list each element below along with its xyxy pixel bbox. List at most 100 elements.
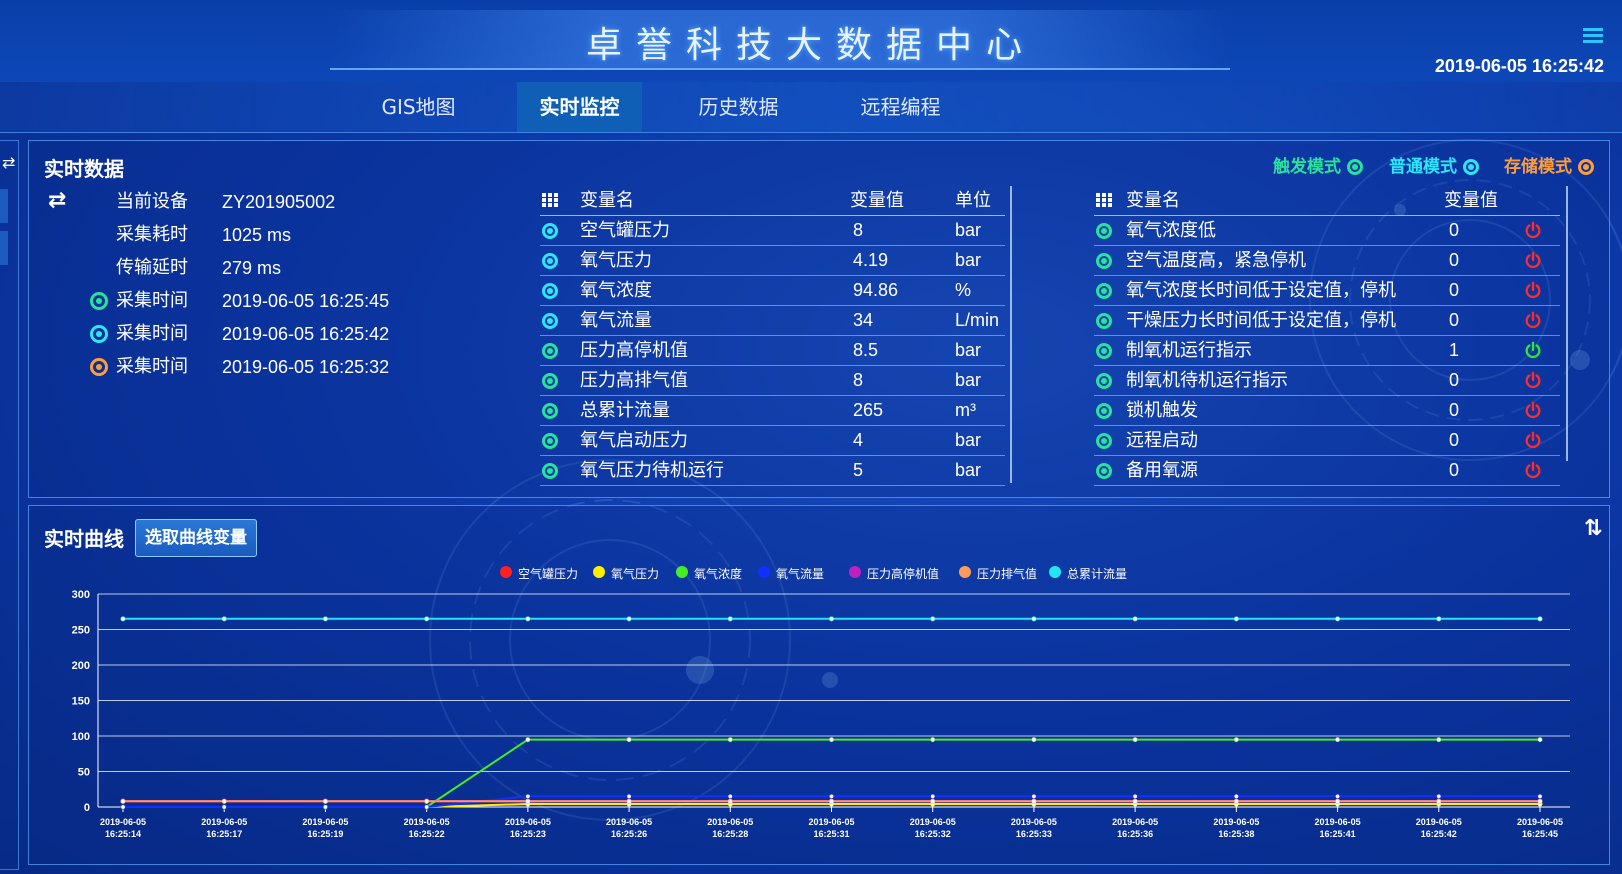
side-tab-1[interactable] xyxy=(0,189,8,223)
power-state-icon xyxy=(1525,221,1541,239)
device-id: ZY201905002 xyxy=(222,192,336,212)
tab-remote-programming[interactable]: 远程编程 xyxy=(838,82,963,132)
data-point xyxy=(221,804,227,810)
variable-name: 氧气压力待机运行 xyxy=(580,460,724,481)
normal-time-icon xyxy=(90,325,108,343)
table-row[interactable]: 远程启动 0 xyxy=(1094,426,1560,456)
menu-icon[interactable] xyxy=(1583,28,1603,44)
legend-swatch xyxy=(593,566,605,578)
side-tab-2[interactable] xyxy=(0,231,8,265)
tab-gis-map[interactable]: GIS地图 xyxy=(356,82,481,132)
data-point xyxy=(930,616,936,622)
trigger-time-icon xyxy=(90,292,108,310)
variable-value: 0 xyxy=(1449,310,1460,330)
table-row[interactable]: 氧气压力 4.19 bar xyxy=(540,246,1005,276)
table-row[interactable]: 氧气浓度低 0 xyxy=(1094,216,1560,246)
variable-value: 0 xyxy=(1449,250,1460,270)
x-tick-label: 16:25:22 xyxy=(409,829,445,839)
table-row[interactable]: 空气温度高，紧急停机 0 xyxy=(1094,246,1560,276)
table-row[interactable]: 氧气压力待机运行 5 bar xyxy=(540,456,1005,486)
table-row[interactable]: 制氧机运行指示 1 xyxy=(1094,336,1560,366)
data-point xyxy=(525,798,531,804)
x-tick-label: 2019-06-05 xyxy=(1517,817,1563,827)
x-tick-label: 16:25:36 xyxy=(1117,829,1153,839)
variable-value: 0 xyxy=(1449,400,1460,420)
x-tick-label: 2019-06-05 xyxy=(1416,817,1462,827)
select-curve-variables-button[interactable]: 选取曲线变量 xyxy=(135,519,257,557)
table-row[interactable]: 干燥压力长时间低于设定值，停机 0 xyxy=(1094,306,1560,336)
x-tick-label: 16:25:33 xyxy=(1016,829,1052,839)
variable-unit: bar xyxy=(955,370,982,390)
variable-name: 压力高排气值 xyxy=(580,370,688,391)
table-row[interactable]: 氧气启动压力 4 bar xyxy=(540,426,1005,456)
power-state-icon xyxy=(1525,281,1541,299)
tab-realtime-monitor[interactable]: 实时监控 xyxy=(517,82,642,132)
data-point xyxy=(1031,798,1037,804)
data-point xyxy=(1233,737,1239,743)
data-point xyxy=(828,793,834,799)
table-row[interactable]: 压力高停机值 8.5 bar xyxy=(540,336,1005,366)
data-point xyxy=(525,793,531,799)
mode-normal-label: 普通模式 xyxy=(1389,157,1457,177)
realtime-curve-title: 实时曲线 xyxy=(44,527,124,551)
data-point xyxy=(727,798,733,804)
data-point xyxy=(1132,793,1138,799)
variable-unit: m³ xyxy=(955,400,976,420)
table-row[interactable]: 空气罐压力 8 bar xyxy=(540,216,1005,246)
data-point xyxy=(1031,793,1037,799)
variable-unit: % xyxy=(955,280,972,300)
power-state-icon xyxy=(1525,311,1541,329)
data-point xyxy=(1132,798,1138,804)
mode-status-icon xyxy=(1096,313,1112,329)
data-point xyxy=(120,798,126,804)
mode-trigger[interactable]: 触发模式 xyxy=(1273,152,1363,177)
top-header: 卓誉科技大数据中心 2019-06-05 16:25:42 xyxy=(0,0,1622,82)
tab-history-data[interactable]: 历史数据 xyxy=(676,82,801,132)
x-tick-label: 2019-06-05 xyxy=(910,817,956,827)
trigger-mode-icon xyxy=(1346,159,1363,175)
storage-mode-icon xyxy=(1577,159,1594,175)
x-tick-label: 2019-06-05 xyxy=(404,817,450,827)
header-clock: 2019-06-05 16:25:42 xyxy=(1434,56,1604,76)
variable-value: 34 xyxy=(853,310,874,330)
table-row[interactable]: 氧气浓度长时间低于设定值，停机 0 xyxy=(1094,276,1560,306)
data-point xyxy=(1335,798,1341,804)
variable-unit: bar xyxy=(955,250,982,270)
device-switch-icon[interactable]: ⇄ xyxy=(48,188,66,213)
mode-normal[interactable]: 普通模式 xyxy=(1389,152,1479,177)
data-point xyxy=(424,798,430,804)
data-point xyxy=(322,798,328,804)
y-tick-label: 250 xyxy=(72,625,90,637)
y-tick-label: 300 xyxy=(72,589,90,601)
swap-icon[interactable]: ⇄ xyxy=(2,153,15,172)
legend-swatch xyxy=(1049,566,1061,578)
realtime-line-chart: 300 250 200 150 100 50 0 2019-06-05 16:25:14 2019… xyxy=(72,589,1570,839)
mode-storage[interactable]: 存储模式 xyxy=(1504,152,1594,177)
power-state-icon xyxy=(1525,251,1541,269)
variable-name: 备用氧源 xyxy=(1126,460,1198,481)
data-point xyxy=(1537,793,1543,799)
table-row[interactable]: 备用氧源 0 xyxy=(1094,456,1560,486)
table-row[interactable]: 氧气流量 34 L/min xyxy=(540,306,1005,336)
x-tick-label: 16:25:17 xyxy=(206,829,242,839)
variable-value: 8 xyxy=(853,220,864,240)
table-row[interactable]: 总累计流量 265 m³ xyxy=(540,396,1005,426)
data-point xyxy=(1436,616,1442,622)
table2-scrollbar[interactable] xyxy=(1566,186,1568,461)
x-tick-label: 16:25:28 xyxy=(712,829,748,839)
data-point xyxy=(322,616,328,622)
table-row[interactable]: 制氧机待机运行指示 0 xyxy=(1094,366,1560,396)
data-point xyxy=(1537,798,1543,804)
y-tick-label: 150 xyxy=(72,696,90,708)
data-point xyxy=(1031,616,1037,622)
x-tick-label: 2019-06-05 xyxy=(1315,817,1361,827)
table-row[interactable]: 氧气浓度 94.86% xyxy=(540,276,1005,306)
sort-icon[interactable]: ⇅ xyxy=(1584,516,1602,541)
data-point xyxy=(221,798,227,804)
col-header-value: 变量值 xyxy=(850,190,904,211)
table1-scrollbar[interactable] xyxy=(1010,186,1012,483)
table-row[interactable]: 锁机触发 0 xyxy=(1094,396,1560,426)
x-tick-label: 2019-06-05 xyxy=(707,817,753,827)
mode-status-icon xyxy=(542,373,558,389)
table-row[interactable]: 压力高排气值 8 bar xyxy=(540,366,1005,396)
